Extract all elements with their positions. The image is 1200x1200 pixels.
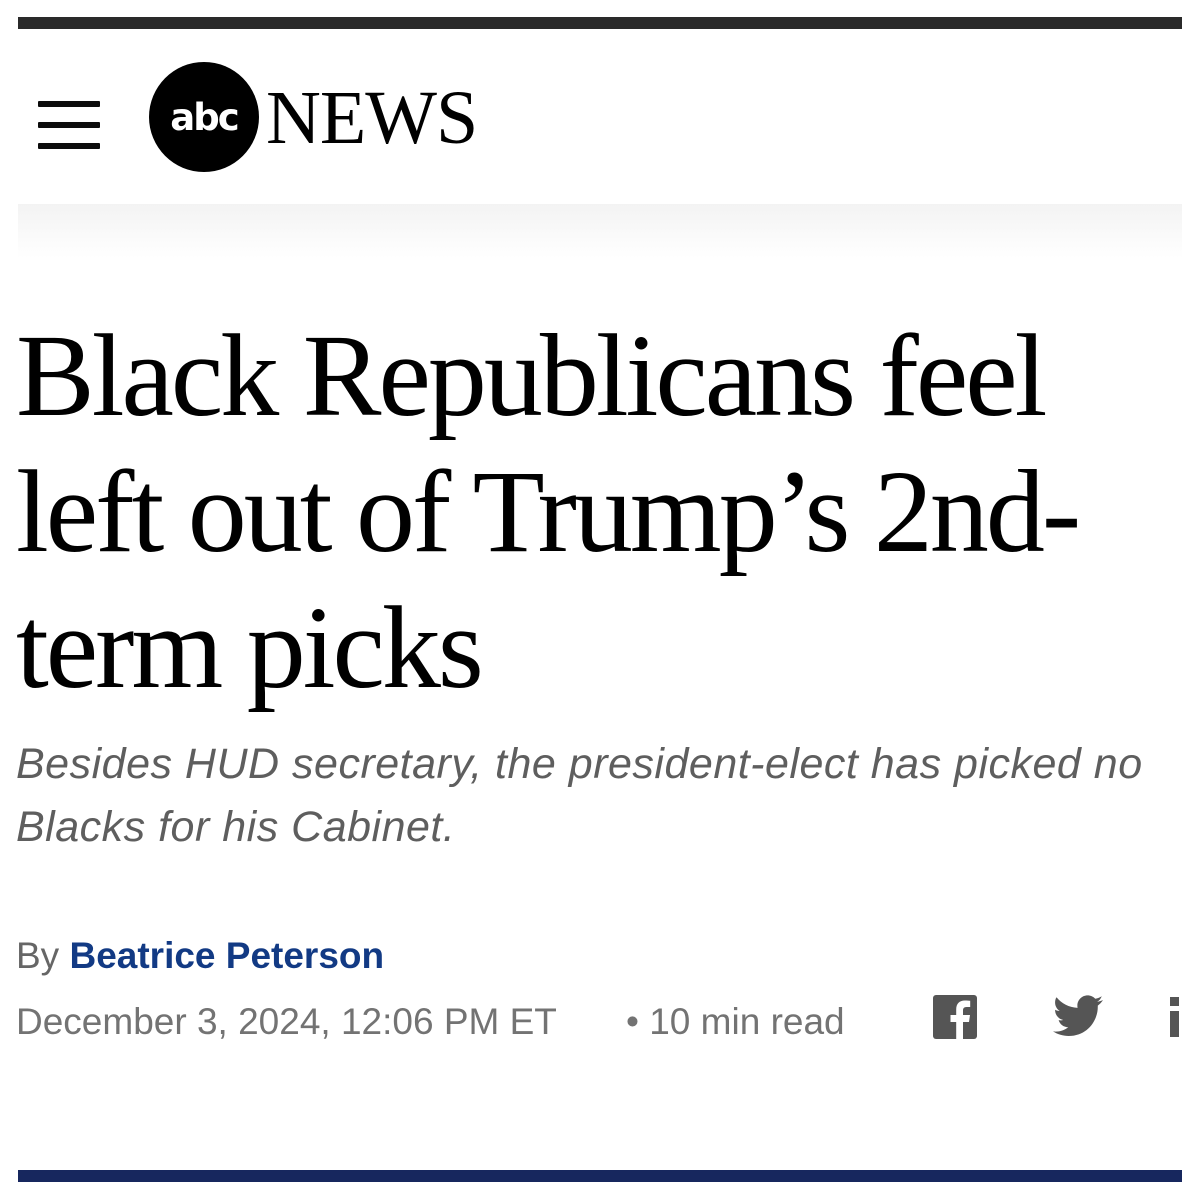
top-border	[18, 17, 1182, 29]
twitter-icon[interactable]	[1053, 995, 1103, 1037]
ad-placeholder-band	[18, 204, 1182, 258]
read-time: • 10 min read	[626, 1001, 845, 1042]
publish-date: December 3, 2024, 12:06 PM ET	[16, 1001, 557, 1042]
bottom-border	[18, 1170, 1182, 1182]
abc-news-logo[interactable]: abc NEWS	[149, 62, 499, 172]
hamburger-menu-button[interactable]	[38, 101, 100, 149]
byline-prefix: By	[16, 935, 60, 976]
author-link[interactable]: Beatrice Peterson	[69, 935, 384, 976]
menu-bar-bottom	[38, 143, 100, 149]
byline: By Beatrice Peterson	[16, 933, 384, 979]
article-subheadline: Besides HUD secretary, the president-ele…	[16, 740, 1143, 851]
abc-logo-badge: abc	[149, 62, 259, 172]
news-wordmark: NEWS	[266, 76, 478, 160]
menu-bar-middle	[38, 122, 100, 128]
article-headline: Black Republicans feel left out of Trump…	[16, 310, 1081, 713]
menu-bar-top	[38, 101, 100, 107]
facebook-icon[interactable]	[933, 995, 977, 1039]
more-share-icon[interactable]	[1168, 995, 1182, 1039]
site-header: abc NEWS	[18, 29, 1182, 204]
